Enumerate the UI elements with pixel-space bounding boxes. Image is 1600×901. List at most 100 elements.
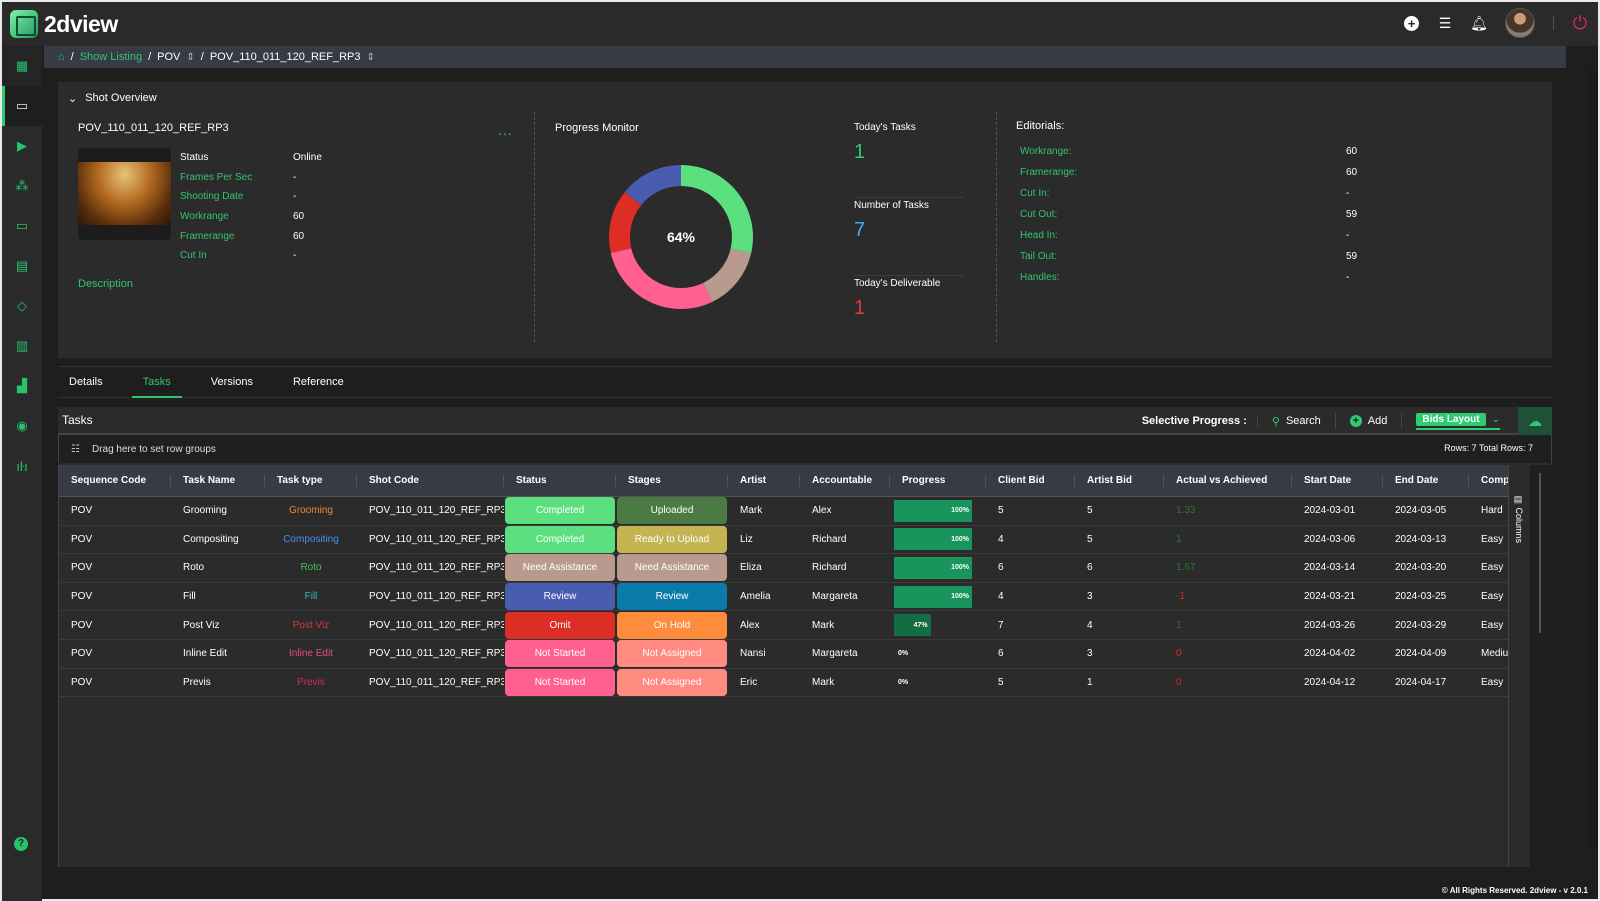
column-header[interactable]: Artist Bid [1075,465,1164,497]
sidebar-item-monitor[interactable]: ▭ [2,86,42,126]
cell-status[interactable]: Completed [504,497,616,525]
progress-bar: 0% [898,678,909,686]
breadcrumb-show-listing[interactable]: Show Listing [80,51,142,63]
logo[interactable]: 2dview [2,10,118,38]
avatar[interactable] [1505,8,1535,38]
cell-status[interactable]: Omit [504,611,616,639]
help-icon[interactable]: ? [14,837,28,851]
table-row[interactable]: POV Fill Fill POV_110_011_120_REF_RP3 Review… [59,583,1530,612]
status-badge[interactable]: Not Started [505,668,615,696]
table-row[interactable]: POV Inline Edit Inline Edit POV_110_011_120… [59,640,1530,669]
cell-status[interactable]: Completed [504,525,616,554]
column-header[interactable]: Client Bid [986,465,1075,497]
cell-stage[interactable]: Need Assistance [616,554,728,582]
sidebar-item-tag[interactable]: ◇ [2,286,42,326]
column-header[interactable]: Accountable [800,465,890,497]
column-header[interactable]: End Date [1383,465,1469,497]
cell-stage[interactable]: Not Assigned [616,668,728,697]
sidebar-item-book[interactable]: ▥ [2,326,42,366]
row-group-hint: Drag here to set row groups [91,443,216,455]
column-header[interactable]: Sequence Code [59,465,171,497]
sidebar-item-dashboard[interactable]: ▦ [2,46,42,86]
stage-badge[interactable]: Need Assistance [617,554,727,582]
sidebar-item-broadcast[interactable]: ıŀı [2,446,42,486]
shot-thumbnail[interactable] [78,148,171,240]
bell-icon[interactable]: 🔔︎ [1470,15,1488,31]
column-header[interactable]: Progress [890,465,986,497]
stage-badge[interactable]: Review [617,583,727,611]
status-badge[interactable]: Not Started [505,640,615,668]
home-icon[interactable]: ⌂ [58,51,65,63]
cell-stage[interactable]: On Hold [616,611,728,639]
cell-stage[interactable]: Uploaded [616,497,728,525]
donut-segment-need-assistance[interactable] [703,248,752,302]
sort-icon[interactable]: ⇕ [367,52,375,63]
column-header[interactable]: Start Date [1292,465,1383,497]
stage-badge[interactable]: Not Assigned [617,640,727,668]
column-header[interactable]: Stages [616,465,728,497]
cell-progress: 100% [890,554,986,582]
sidebar-item-schedule[interactable]: ▤ [2,246,42,286]
vertical-scrollbar[interactable] [1530,465,1552,867]
cell-status[interactable]: Not Started [504,640,616,668]
add-task-button[interactable]: + Add [1349,413,1403,429]
tab-reference[interactable]: Reference [282,367,355,398]
cell-actual-vs-achieved: 0 [1176,648,1182,660]
stage-badge[interactable]: Uploaded [617,497,727,525]
column-header[interactable]: Actual vs Achieved [1164,465,1292,497]
field-label: Cut In [180,250,207,262]
status-badge[interactable]: Need Assistance [505,554,615,582]
tab-tasks[interactable]: Tasks [131,367,182,398]
sidebar-item-play[interactable]: ▶ [2,126,42,166]
row-group-dropzone[interactable]: ☷ Drag here to set row groups Rows: 7 To… [58,435,1552,463]
cell-stage[interactable]: Not Assigned [616,640,728,668]
cell-status[interactable]: Not Started [504,668,616,697]
status-badge[interactable]: Review [505,583,615,611]
table-row[interactable]: POV Roto Roto POV_110_011_120_REF_RP3 Need A… [59,554,1530,583]
selective-progress-label[interactable]: Selective Progress : [1142,415,1258,427]
sort-icon[interactable]: ⇕ [186,52,194,63]
cloud-sync-button[interactable]: ☁ [1518,407,1552,435]
cell-status[interactable]: Need Assistance [504,554,616,582]
cell-stage[interactable]: Review [616,583,728,611]
column-header[interactable]: Task Name [171,465,265,497]
description-link[interactable]: Description [78,278,133,290]
shot-overview-toggle[interactable]: ⌄ Shot Overview [68,92,157,105]
table-row[interactable]: POV Grooming Grooming POV_110_011_120_REF_R… [59,497,1530,526]
add-icon[interactable]: + [1404,15,1419,31]
donut-segment-not-started[interactable] [610,248,713,309]
status-badge[interactable]: Completed [505,525,615,553]
table-row[interactable]: POV Post Viz Post Viz POV_110_011_120_REF_R… [59,611,1530,640]
stage-badge[interactable]: Not Assigned [617,668,727,696]
more-options-icon[interactable]: ... [498,122,513,138]
page-scrollbar[interactable] [1588,68,1598,848]
progress-bar: 100% [894,528,972,551]
cell-status[interactable]: Review [504,583,616,611]
cell-complexity: Hard [1481,505,1503,517]
column-header[interactable]: Shot Code [357,465,504,497]
search-button[interactable]: ⚲ Search [1272,413,1336,429]
list-icon[interactable]: ☰ [1437,15,1453,31]
stage-badge[interactable]: On Hold [617,611,727,639]
table-row[interactable]: POV Previs Previs POV_110_011_120_REF_RP3 No… [59,668,1530,698]
sidebar-item-hierarchy[interactable]: ⁂ [2,166,42,206]
columns-panel-toggle[interactable]: ▤ Columns [1508,465,1530,867]
cell-stage[interactable]: Ready to Upload [616,525,728,554]
column-header[interactable]: Task type [265,465,357,497]
breadcrumb-sequence[interactable]: POV [157,51,180,63]
sidebar-item-calendar[interactable]: ▭ [2,206,42,246]
sidebar-item-chart[interactable]: ▟ [2,366,42,406]
status-badge[interactable]: Omit [505,611,615,639]
tab-versions[interactable]: Versions [200,367,264,398]
column-header[interactable]: Complexi [1469,465,1513,497]
power-icon[interactable]: ⏻ [1572,13,1588,33]
breadcrumb-shot[interactable]: POV_110_011_120_REF_RP3 [210,51,361,63]
stage-badge[interactable]: Ready to Upload [617,525,727,553]
sidebar-item-eye[interactable]: ◉ [2,406,42,446]
column-header[interactable]: Artist [728,465,800,497]
column-header[interactable]: Status [504,465,616,497]
tab-details[interactable]: Details [58,367,114,398]
layout-select[interactable]: Bids Layout ⌄ [1416,412,1500,430]
table-row[interactable]: POV Compositing Compositing POV_110_011_120… [59,525,1530,555]
status-badge[interactable]: Completed [505,497,615,525]
